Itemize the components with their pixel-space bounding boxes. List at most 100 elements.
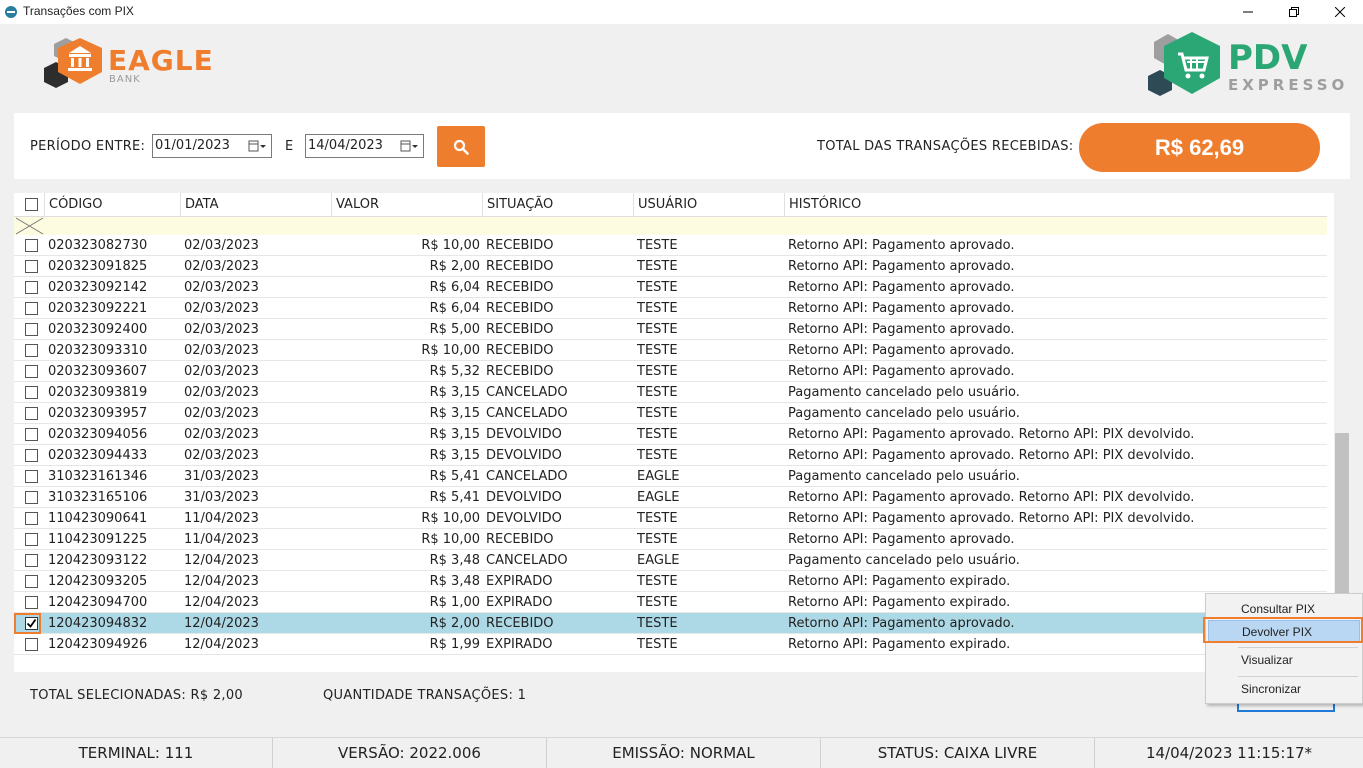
eagle-logo-subtext: BANK xyxy=(109,74,141,85)
table-row[interactable]: 120423094926 12/04/2023 R$ 1,99 EXPIRADO TES… xyxy=(14,634,1327,655)
and-label: E xyxy=(285,139,294,154)
cell-codigo: 120423093205 xyxy=(48,574,148,589)
cell-usuario: TESTE xyxy=(637,448,678,463)
table-row[interactable]: 110423091225 11/04/2023 R$ 10,00 RECEBIDO TE… xyxy=(14,529,1327,550)
table-row[interactable]: 020323091825 02/03/2023 R$ 2,00 RECEBIDO TES… xyxy=(14,256,1327,277)
search-button[interactable] xyxy=(437,126,485,167)
quantity-label: QUANTIDADE TRANSAÇÕES: 1 xyxy=(323,688,527,703)
table-row[interactable]: 020323092400 02/03/2023 R$ 5,00 RECEBIDO TES… xyxy=(14,319,1327,340)
scrollbar-thumb[interactable] xyxy=(1335,433,1349,593)
row-checkbox-cell xyxy=(14,277,45,298)
cell-usuario: TESTE xyxy=(637,301,678,316)
row-checkbox[interactable] xyxy=(25,344,38,357)
cell-situacao: RECEBIDO xyxy=(486,238,554,253)
cell-valor: R$ 10,00 xyxy=(421,511,480,526)
table-row[interactable]: 020323093819 02/03/2023 R$ 3,15 CANCELADO TE… xyxy=(14,382,1327,403)
cell-valor: R$ 3,15 xyxy=(429,427,480,442)
row-checkbox[interactable] xyxy=(25,386,38,399)
table-row[interactable]: 020323093310 02/03/2023 R$ 10,00 RECEBIDO TE… xyxy=(14,340,1327,361)
table-row[interactable]: 020323094433 02/03/2023 R$ 3,15 DEVOLVIDO TE… xyxy=(14,445,1327,466)
cell-historico: Retorno API: Pagamento aprovado. xyxy=(788,322,1015,337)
cell-valor: R$ 2,00 xyxy=(429,616,480,631)
cell-codigo: 020323093957 xyxy=(48,406,148,421)
row-checkbox[interactable] xyxy=(25,428,38,441)
calendar-dropdown-icon[interactable] xyxy=(400,139,418,153)
row-checkbox[interactable] xyxy=(25,302,38,315)
row-checkbox-cell xyxy=(14,340,45,361)
date-to-input[interactable]: 14/04/2023 xyxy=(305,134,424,158)
cell-valor: R$ 2,00 xyxy=(429,259,480,274)
table-row[interactable]: 310323165106 31/03/2023 R$ 5,41 DEVOLVIDO EA… xyxy=(14,487,1327,508)
cell-historico: Retorno API: Pagamento aprovado. Retorno… xyxy=(788,490,1195,505)
total-label: TOTAL DAS TRANSAÇÕES RECEBIDAS: xyxy=(817,139,1074,154)
table-row[interactable]: 310323161346 31/03/2023 R$ 5,41 CANCELADO EA… xyxy=(14,466,1327,487)
cell-data: 02/03/2023 xyxy=(184,322,259,337)
cell-usuario: TESTE xyxy=(637,385,678,400)
table-row[interactable]: 020323093957 02/03/2023 R$ 3,15 CANCELADO TE… xyxy=(14,403,1327,424)
column-header-situacao[interactable]: SITUAÇÃO xyxy=(483,193,634,217)
row-checkbox[interactable] xyxy=(25,533,38,546)
cell-situacao: DEVOLVIDO xyxy=(486,490,562,505)
row-checkbox[interactable] xyxy=(25,365,38,378)
table-row[interactable]: 020323094056 02/03/2023 R$ 3,15 DEVOLVIDO TE… xyxy=(14,424,1327,445)
cell-valor: R$ 10,00 xyxy=(421,532,480,547)
row-checkbox[interactable] xyxy=(25,596,38,609)
cell-usuario: TESTE xyxy=(637,343,678,358)
cell-usuario: TESTE xyxy=(637,532,678,547)
grid-header: CÓDIGO DATA VALOR SITUAÇÃO USUÁRIO HISTÓ… xyxy=(14,193,1327,217)
row-checkbox[interactable] xyxy=(25,617,38,630)
cell-usuario: TESTE xyxy=(637,280,678,295)
close-button[interactable] xyxy=(1317,0,1363,24)
total-value-badge: R$ 62,69 xyxy=(1079,123,1320,172)
column-header-valor[interactable]: VALOR xyxy=(332,193,483,217)
menu-item-visualizar[interactable]: Visualizar xyxy=(1208,649,1360,671)
select-all-checkbox[interactable] xyxy=(25,198,38,211)
row-checkbox[interactable] xyxy=(25,491,38,504)
table-row[interactable]: 020323093607 02/03/2023 R$ 5,32 RECEBIDO TES… xyxy=(14,361,1327,382)
column-header-usuario[interactable]: USUÁRIO xyxy=(634,193,785,217)
table-row[interactable]: 110423090641 11/04/2023 R$ 10,00 DEVOLVIDO T… xyxy=(14,508,1327,529)
row-checkbox[interactable] xyxy=(25,575,38,588)
column-header-data[interactable]: DATA xyxy=(181,193,332,217)
cell-usuario: EAGLE xyxy=(637,469,680,484)
row-checkbox[interactable] xyxy=(25,512,38,525)
cell-usuario: TESTE xyxy=(637,616,678,631)
row-checkbox[interactable] xyxy=(25,239,38,252)
menu-item-sincronizar[interactable]: Sincronizar xyxy=(1208,678,1360,700)
cell-valor: R$ 5,00 xyxy=(429,322,480,337)
date-from-input[interactable]: 01/01/2023 xyxy=(152,134,272,158)
column-header-historico[interactable]: HISTÓRICO xyxy=(785,193,1327,217)
window-title: Transações com PIX xyxy=(23,4,134,18)
table-row[interactable]: 120423093122 12/04/2023 R$ 3,48 CANCELADO EA… xyxy=(14,550,1327,571)
table-row[interactable]: 020323092142 02/03/2023 R$ 6,04 RECEBIDO TES… xyxy=(14,277,1327,298)
cell-valor: R$ 10,00 xyxy=(421,343,480,358)
cell-valor: R$ 1,99 xyxy=(429,637,480,652)
cell-usuario: TESTE xyxy=(637,637,678,652)
minimize-button[interactable] xyxy=(1225,0,1271,24)
row-checkbox[interactable] xyxy=(25,554,38,567)
calendar-dropdown-icon[interactable] xyxy=(248,139,266,153)
cell-data: 02/03/2023 xyxy=(184,364,259,379)
cell-historico: Retorno API: Pagamento aprovado. xyxy=(788,343,1015,358)
row-checkbox[interactable] xyxy=(25,449,38,462)
table-row[interactable]: 020323092221 02/03/2023 R$ 6,04 RECEBIDO TES… xyxy=(14,298,1327,319)
cell-historico: Pagamento cancelado pelo usuário. xyxy=(788,553,1020,568)
table-row[interactable]: 120423094700 12/04/2023 R$ 1,00 EXPIRADO TES… xyxy=(14,592,1327,613)
table-row[interactable]: 120423093205 12/04/2023 R$ 3,48 EXPIRADO TES… xyxy=(14,571,1327,592)
column-header-codigo[interactable]: CÓDIGO xyxy=(45,193,181,217)
grid-filter-row[interactable] xyxy=(14,217,1327,235)
cell-data: 12/04/2023 xyxy=(184,616,259,631)
row-checkbox[interactable] xyxy=(25,407,38,420)
row-checkbox[interactable] xyxy=(25,281,38,294)
row-checkbox[interactable] xyxy=(25,260,38,273)
cell-data: 31/03/2023 xyxy=(184,490,259,505)
eagle-bank-logo-icon xyxy=(44,38,102,88)
maximize-button[interactable] xyxy=(1271,0,1317,24)
table-row[interactable]: 020323082730 02/03/2023 R$ 10,00 RECEBIDO TE… xyxy=(14,235,1327,256)
cell-usuario: TESTE xyxy=(637,427,678,442)
row-checkbox[interactable] xyxy=(25,323,38,336)
row-checkbox-cell xyxy=(14,256,45,277)
row-checkbox[interactable] xyxy=(25,638,38,651)
table-row[interactable]: 120423094832 12/04/2023 R$ 2,00 RECEBIDO TES… xyxy=(14,613,1327,634)
row-checkbox[interactable] xyxy=(25,470,38,483)
